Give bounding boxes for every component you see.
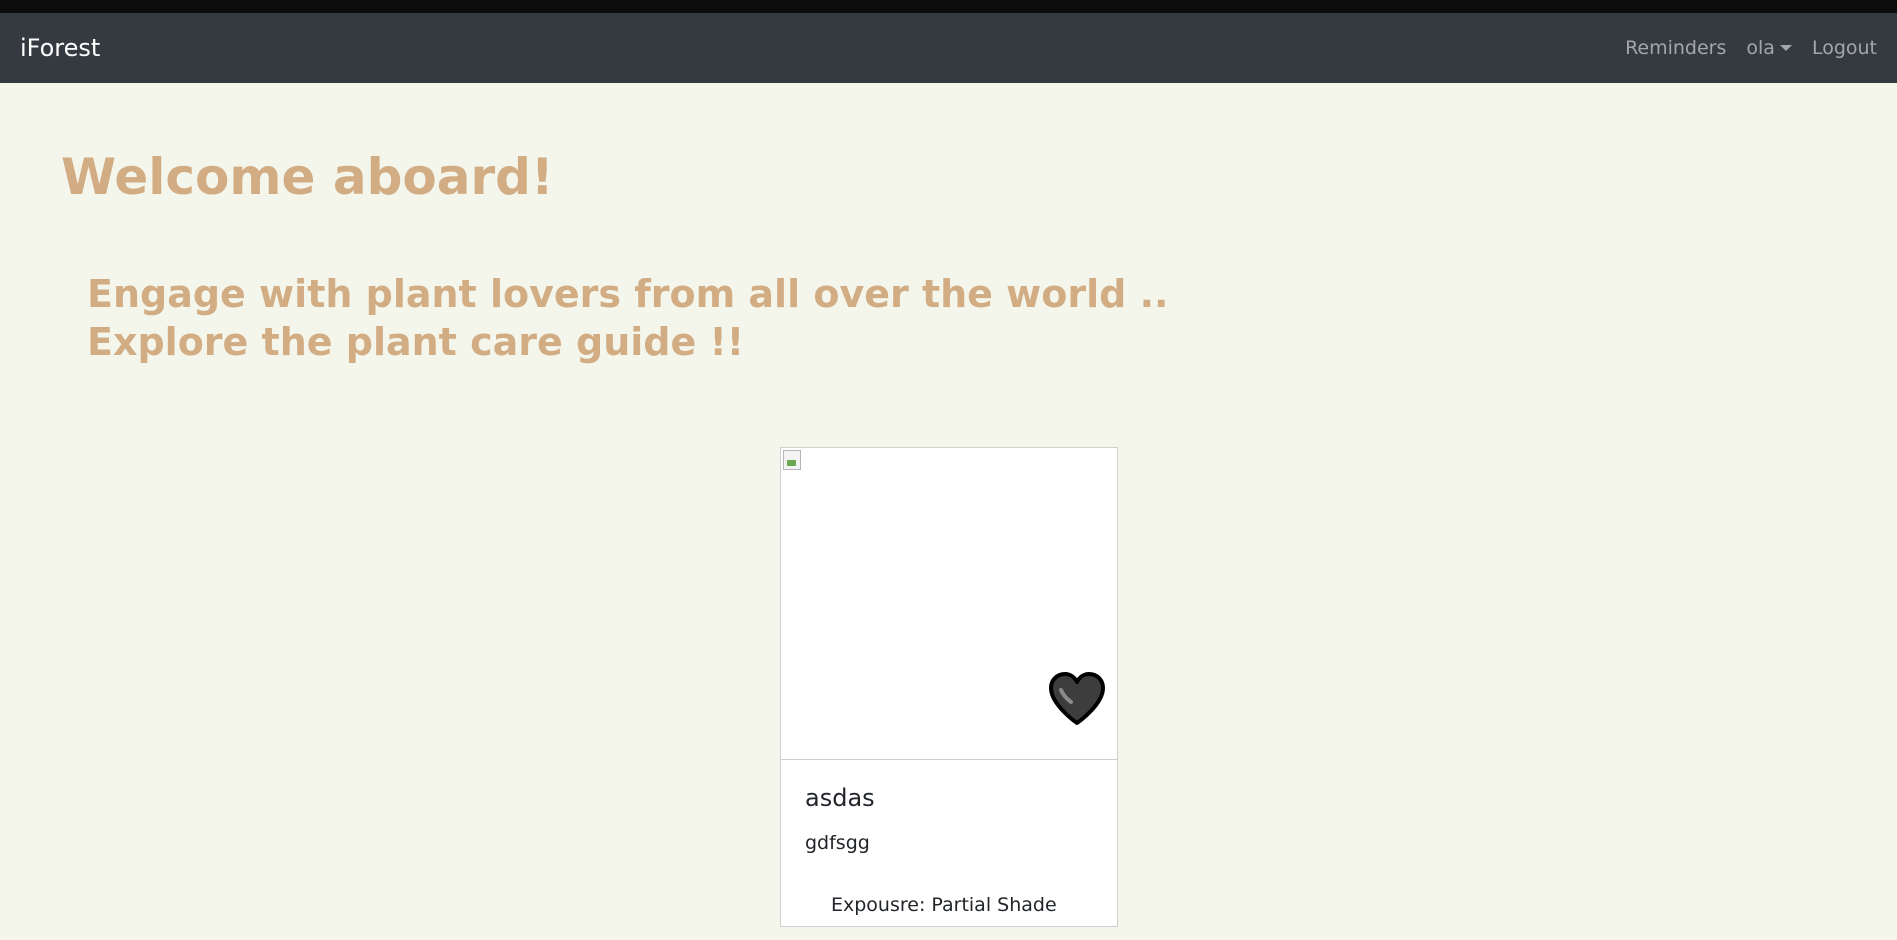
- top-navbar: iForest Reminders ola Logout: [0, 13, 1897, 83]
- chevron-down-icon: [1779, 45, 1792, 51]
- brand-link[interactable]: iForest: [20, 34, 100, 62]
- logout-link[interactable]: Logout: [1812, 37, 1877, 59]
- card-title: asdas: [805, 784, 875, 812]
- page-title: Welcome aboard!: [61, 148, 554, 206]
- card-body: asdas gdfsgg Expousre: Partial Shade: [781, 760, 1117, 940]
- tagline-line-1: Engage with plant lovers from all over t…: [87, 272, 1169, 316]
- tagline-line-2: Explore the plant care guide !!: [87, 320, 745, 364]
- window-top-strip: [0, 0, 1897, 13]
- plant-image: [781, 448, 1117, 760]
- user-dropdown[interactable]: ola: [1746, 37, 1792, 59]
- user-name: ola: [1746, 37, 1775, 59]
- nav-links: Reminders ola Logout: [1625, 37, 1877, 59]
- tagline: Engage with plant lovers from all over t…: [87, 270, 1168, 366]
- card-description: gdfsgg: [805, 832, 870, 854]
- heart-icon[interactable]: [1047, 671, 1107, 727]
- plant-card[interactable]: asdas gdfsgg Expousre: Partial Shade: [780, 447, 1118, 927]
- reminders-link[interactable]: Reminders: [1625, 37, 1726, 59]
- card-exposure: Expousre: Partial Shade: [831, 894, 1057, 916]
- broken-image-icon: [783, 450, 801, 470]
